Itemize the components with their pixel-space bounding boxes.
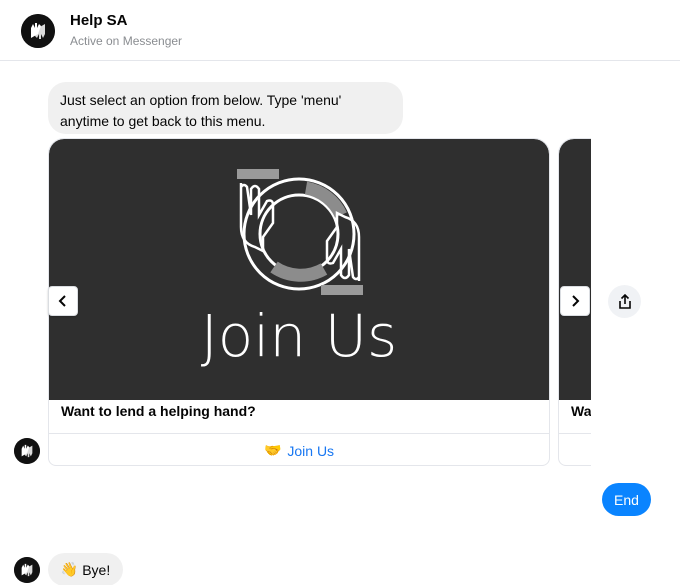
carousel-next-button[interactable] — [560, 286, 590, 316]
card-image[interactable]: Join Us — [49, 139, 549, 400]
card-image[interactable] — [559, 139, 591, 400]
chevron-left-icon — [58, 295, 66, 307]
page-avatar[interactable] — [21, 14, 55, 48]
bot-message-bye: 👋 Bye! — [48, 553, 123, 585]
hero-text: Join Us — [201, 302, 398, 370]
active-status: Active on Messenger — [70, 34, 183, 48]
join-us-button-label: Join Us — [287, 442, 335, 459]
card-title: Wa — [571, 403, 591, 419]
carousel-card: Join Us Want to lend a helping hand? 🤝 J… — [48, 138, 550, 466]
carousel-prev-button[interactable] — [48, 286, 78, 316]
helping-hand-logo-icon — [14, 557, 40, 583]
chat-header: Help SA Active on Messenger — [0, 0, 680, 61]
helping-hand-logo-icon — [21, 14, 55, 48]
bot-avatar[interactable] — [14, 438, 40, 464]
bye-text: Bye! — [82, 561, 111, 578]
share-icon — [618, 293, 631, 309]
bot-message-intro: Just select an option from below. Type '… — [48, 82, 403, 134]
page-title[interactable]: Help SA — [70, 12, 128, 29]
handshake-icon: 🤝 — [263, 442, 282, 458]
card-button[interactable] — [559, 434, 591, 465]
join-us-button[interactable]: 🤝 Join Us — [49, 434, 549, 465]
card-title: Want to lend a helping hand? — [61, 403, 256, 419]
user-message-end: End — [602, 483, 651, 516]
bot-avatar[interactable] — [14, 557, 40, 583]
join-us-illustration: Join Us — [201, 169, 398, 370]
share-button[interactable] — [608, 285, 641, 318]
chevron-right-icon — [572, 295, 580, 307]
generic-template-carousel: Join Us Want to lend a helping hand? 🤝 J… — [48, 138, 591, 466]
waving-hand-icon: 👋 — [60, 561, 79, 577]
helping-hand-logo-icon — [14, 438, 40, 464]
